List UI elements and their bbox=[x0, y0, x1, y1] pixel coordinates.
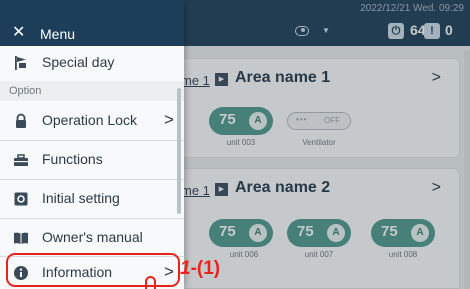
book-icon bbox=[14, 232, 28, 244]
menu-item-label: Functions bbox=[42, 151, 103, 167]
menu-item-special-day[interactable]: Special day bbox=[0, 45, 184, 81]
lock-icon bbox=[16, 113, 26, 128]
menu-item-label: Special day bbox=[42, 54, 115, 70]
section-label: Option bbox=[9, 85, 42, 97]
menu-item-label: Owner's manual bbox=[42, 229, 143, 245]
annotation-substep: -(1) bbox=[190, 258, 221, 279]
divider bbox=[0, 179, 184, 180]
side-menu: ✕ Menu Special day Option Operation Lock… bbox=[0, 0, 184, 289]
annotation-callout: 1-(1) bbox=[180, 258, 220, 280]
section-option: Option bbox=[0, 81, 184, 101]
menu-item-functions[interactable]: Functions bbox=[0, 142, 184, 178]
flag-icon bbox=[15, 56, 26, 70]
menu-item-label: Operation Lock bbox=[42, 112, 137, 128]
annotation-marker bbox=[145, 276, 156, 289]
close-icon[interactable]: ✕ bbox=[12, 22, 32, 44]
menu-item-label: Initial setting bbox=[42, 190, 120, 206]
menu-item-initial-setting[interactable]: Initial setting bbox=[0, 181, 184, 217]
tools-icon bbox=[14, 154, 28, 166]
settings-icon bbox=[14, 192, 28, 206]
divider bbox=[0, 218, 184, 219]
menu-header-top bbox=[0, 0, 184, 22]
menu-title: Menu bbox=[40, 26, 76, 42]
divider bbox=[0, 140, 184, 141]
annotation-step: 1 bbox=[180, 258, 191, 279]
menu-item-operation-lock[interactable]: Operation Lock > bbox=[0, 103, 184, 139]
menu-scrollbar[interactable] bbox=[177, 88, 181, 214]
chevron-right-icon: > bbox=[164, 110, 174, 129]
menu-item-owners-manual[interactable]: Owner's manual bbox=[0, 220, 184, 256]
